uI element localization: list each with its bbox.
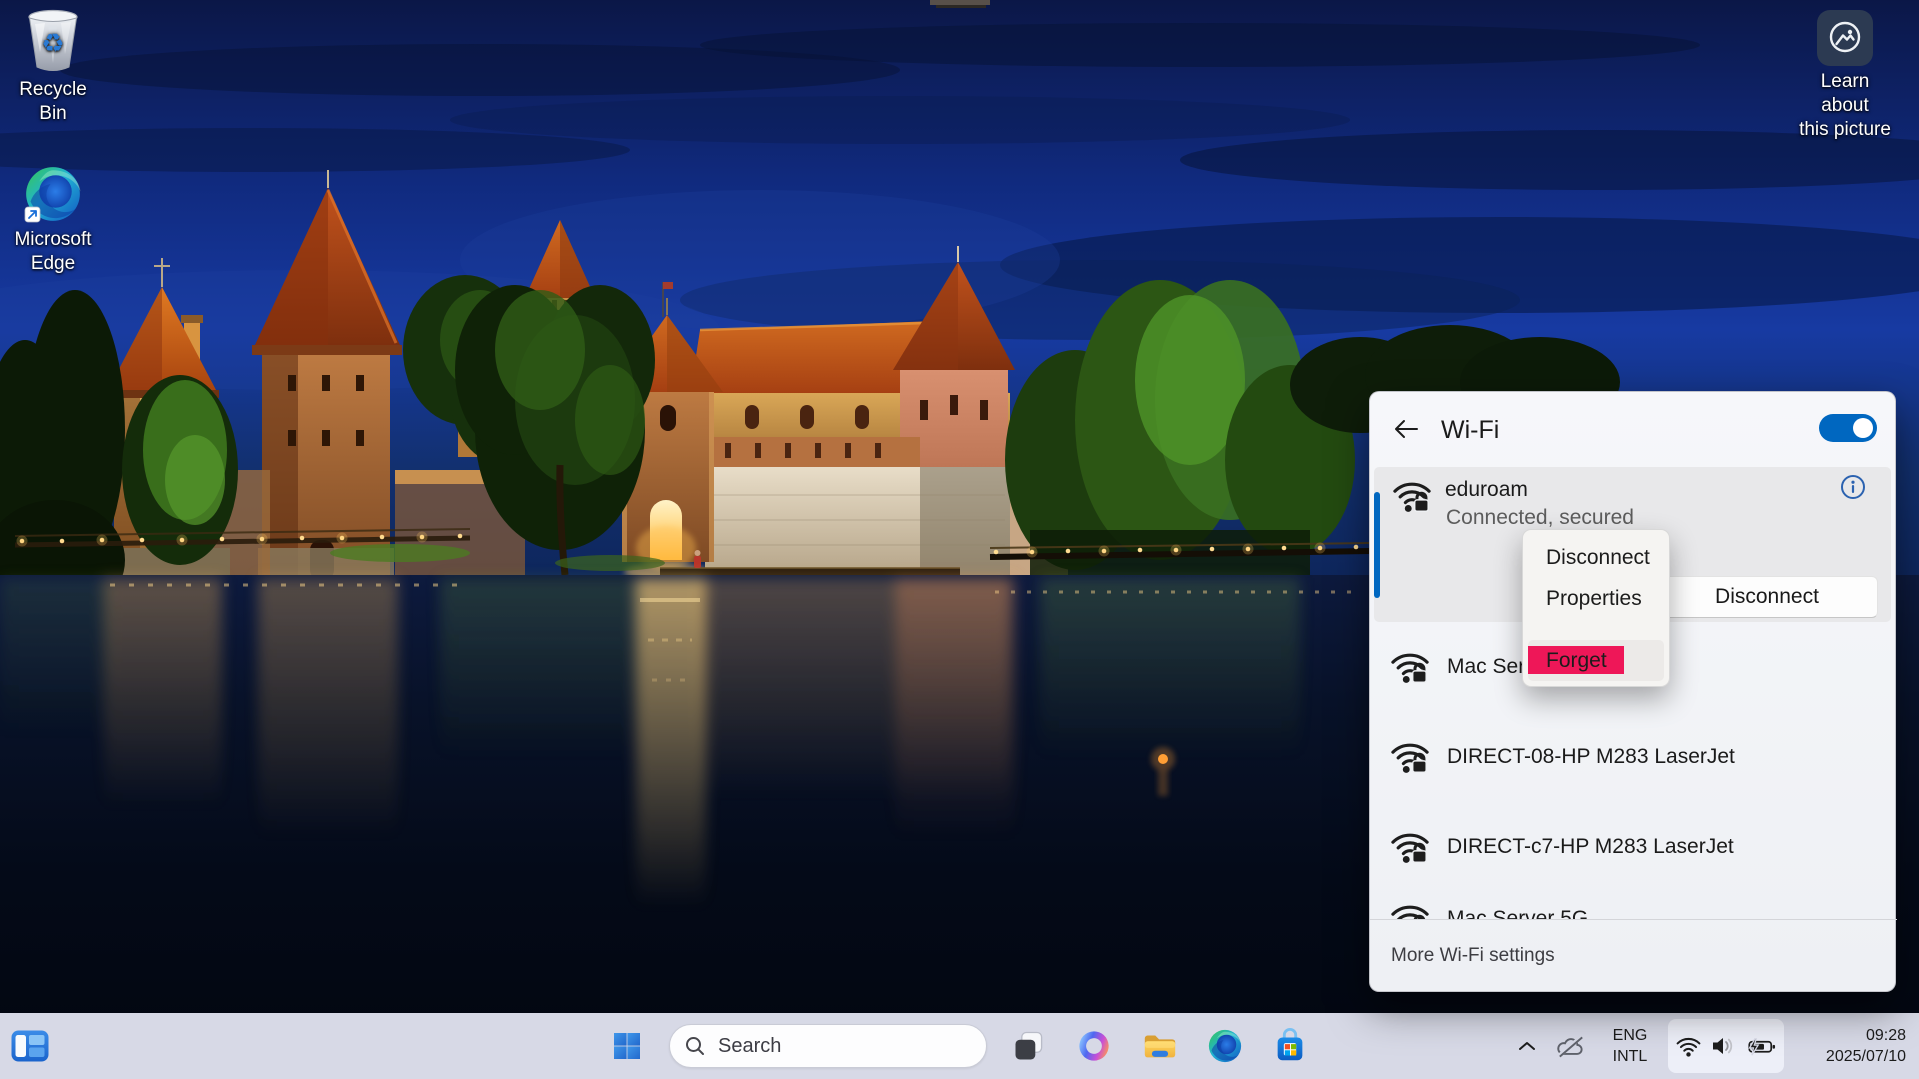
language-indicator[interactable]: ENG INTL <box>1604 1025 1656 1067</box>
wifi-secured-icon <box>1389 649 1431 685</box>
copilot-icon <box>1076 1028 1112 1064</box>
panel-footer: More Wi-Fi settings <box>1370 919 1897 993</box>
menu-item-label: Forget <box>1528 649 1607 672</box>
wifi-network-name: DIRECT-08-HP M283 LaserJet <box>1447 743 1735 771</box>
quick-settings-button[interactable] <box>1668 1019 1784 1073</box>
wifi-network-row[interactable]: DIRECT-08-HP M283 LaserJet <box>1370 713 1897 803</box>
wifi-secured-icon <box>1389 901 1431 919</box>
start-button[interactable] <box>605 1026 649 1066</box>
menu-item-label: Disconnect <box>1528 546 1650 569</box>
desktop-icon-learn-about-picture[interactable]: Learn about this picture <box>1797 10 1893 142</box>
task-view-icon <box>1011 1028 1047 1064</box>
disconnect-button[interactable]: Disconnect <box>1656 576 1878 618</box>
picture-info-icon <box>1817 10 1873 66</box>
network-info-button[interactable] <box>1837 471 1869 503</box>
onedrive-offline-icon <box>1555 1035 1587 1059</box>
menu-item-disconnect[interactable]: Disconnect <box>1528 537 1664 578</box>
wifi-toggle[interactable] <box>1819 414 1877 442</box>
info-icon <box>1839 473 1867 501</box>
wifi-network-row[interactable]: Mac Server 5G <box>1370 875 1897 919</box>
desktop: ♻ Recycle Bin Microsoft Edge Learn about… <box>0 0 1919 1079</box>
volume-icon <box>1711 1035 1737 1057</box>
wifi-tray-icon <box>1675 1035 1702 1058</box>
tray-overflow-button[interactable] <box>1512 1031 1542 1061</box>
desktop-icon-label: Recycle Bin <box>5 78 101 126</box>
shortcut-arrow-icon <box>24 206 41 223</box>
more-wifi-settings-link[interactable]: More Wi-Fi settings <box>1391 945 1555 967</box>
desktop-icon-label: Edge <box>5 252 101 276</box>
date-label: 2025/07/10 <box>1786 1046 1906 1067</box>
desktop-icon-label: this picture <box>1797 118 1893 142</box>
clock[interactable]: 09:28 2025/07/10 <box>1786 1025 1906 1067</box>
menu-item-label: Properties <box>1528 587 1642 610</box>
search-input[interactable] <box>716 1034 940 1059</box>
file-explorer-icon <box>1141 1027 1179 1065</box>
copilot-button[interactable] <box>1072 1026 1116 1066</box>
recycle-bin-icon: ♻ <box>24 8 82 74</box>
widgets-icon <box>10 1029 50 1063</box>
desktop-icon-recycle-bin[interactable]: ♻ Recycle Bin <box>5 8 101 126</box>
menu-item-forget[interactable]: Forget <box>1528 640 1664 681</box>
back-button[interactable] <box>1386 409 1426 449</box>
taskbar: ENG INTL 09:28 2025/07/10 <box>0 1013 1919 1079</box>
toggle-knob <box>1853 418 1873 438</box>
top-center-window-sliver <box>930 0 990 8</box>
desktop-icon-label: Learn about <box>1797 70 1893 118</box>
widgets-button[interactable] <box>8 1026 52 1066</box>
search-icon <box>684 1035 706 1057</box>
edge-logo-icon <box>1207 1028 1243 1064</box>
microsoft-store-button[interactable] <box>1268 1026 1312 1066</box>
wifi-network-name: DIRECT-c7-HP M283 LaserJet <box>1447 833 1734 861</box>
language-line: INTL <box>1604 1046 1656 1067</box>
time-label: 09:28 <box>1786 1025 1906 1046</box>
language-line: ENG <box>1604 1025 1656 1046</box>
battery-charging-icon <box>1746 1036 1777 1057</box>
wifi-secured-icon <box>1391 478 1433 514</box>
wifi-secured-icon <box>1389 739 1431 775</box>
network-context-menu: Disconnect Properties Forget <box>1522 529 1670 687</box>
wifi-secured-icon <box>1389 829 1431 865</box>
selection-accent-bar <box>1374 492 1380 598</box>
desktop-icon-microsoft-edge[interactable]: Microsoft Edge <box>5 164 101 276</box>
menu-item-properties[interactable]: Properties <box>1528 578 1664 619</box>
svg-text:♻: ♻ <box>41 29 64 59</box>
file-explorer-button[interactable] <box>1138 1026 1182 1066</box>
windows-logo-icon <box>612 1031 642 1061</box>
network-status: Connected, secured <box>1446 506 1634 530</box>
edge-browser-button[interactable] <box>1203 1026 1247 1066</box>
panel-title: Wi-Fi <box>1441 416 1499 445</box>
chevron-up-icon <box>1517 1040 1537 1052</box>
microsoft-store-icon <box>1271 1027 1309 1065</box>
task-view-button[interactable] <box>1007 1026 1051 1066</box>
disconnect-button-label: Disconnect <box>1715 585 1819 609</box>
wifi-flyout-panel: Wi-Fi eduroam Connected, secured Disconn… <box>1369 391 1896 992</box>
wifi-network-name: Mac Server 5G <box>1447 905 1588 919</box>
onedrive-tray-button[interactable] <box>1552 1033 1590 1061</box>
taskbar-search-box[interactable] <box>669 1024 987 1068</box>
desktop-icon-label: Microsoft <box>5 228 101 252</box>
back-arrow-icon <box>1393 418 1419 440</box>
network-name: eduroam <box>1445 478 1528 502</box>
